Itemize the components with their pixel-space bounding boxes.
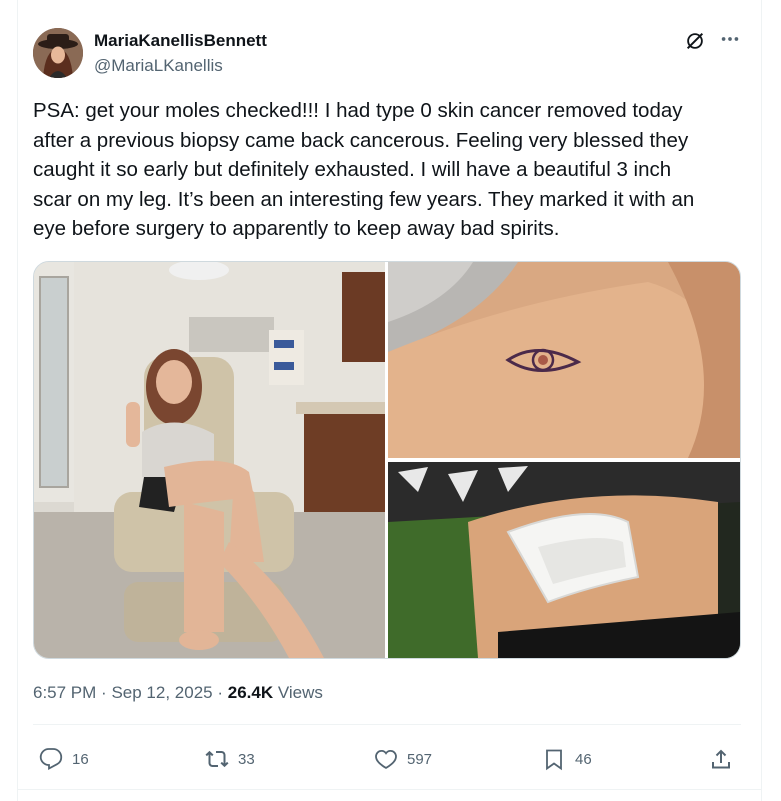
share-button[interactable] xyxy=(709,740,733,778)
bookmark-count: 46 xyxy=(575,750,592,768)
reply-icon xyxy=(39,748,63,771)
media-photo-bandage[interactable] xyxy=(388,462,740,658)
media-photo-exam-room[interactable] xyxy=(34,262,385,658)
bookmark-button[interactable]: 46 xyxy=(542,740,592,778)
tweet-text-line: after a previous biopsy came back cancer… xyxy=(33,128,689,152)
more-icon[interactable] xyxy=(719,28,741,50)
author-display-name[interactable]: MariaKanellisBennett xyxy=(94,31,267,51)
like-button[interactable]: 597 xyxy=(374,740,432,778)
repost-button[interactable]: 33 xyxy=(205,740,255,778)
tweet-text-line: caught it so early but definitely exhaus… xyxy=(33,158,672,181)
tweet-text: PSA: get your moles checked!!! I had typ… xyxy=(33,96,748,244)
tweet-text-line: eye before surgery to apparently to keep… xyxy=(33,217,560,240)
action-bar: 16 33 597 46 xyxy=(33,740,741,778)
avatar[interactable] xyxy=(33,28,83,78)
tweet-text-line: scar on my leg. It’s been an interesting… xyxy=(33,187,695,211)
tweet-text-line: PSA: get your moles checked!!! I had typ… xyxy=(33,99,683,122)
media-grid xyxy=(33,261,741,659)
like-count: 597 xyxy=(407,750,433,768)
tweet-time[interactable]: 6:57 PM xyxy=(33,683,96,702)
views-count[interactable]: 26.4K xyxy=(228,683,273,702)
grok-icon[interactable] xyxy=(684,30,706,52)
heart-icon xyxy=(375,749,397,769)
tweet-meta: 6:57 PM · Sep 12, 2025 · 26.4K Views xyxy=(33,683,323,703)
tweet-date[interactable]: Sep 12, 2025 xyxy=(111,683,212,702)
meta-separator: · xyxy=(217,683,224,702)
bookmark-icon xyxy=(546,749,562,771)
views-label: Views xyxy=(277,683,323,702)
author-handle[interactable]: @MariaLKanellis xyxy=(94,56,223,76)
media-photo-eye-marking[interactable] xyxy=(388,262,740,458)
reply-count: 16 xyxy=(72,750,89,768)
share-icon xyxy=(712,749,730,769)
bottom-divider xyxy=(17,789,762,790)
divider xyxy=(33,724,741,725)
repost-icon xyxy=(205,750,229,768)
meta-separator: · xyxy=(101,683,107,702)
reply-button[interactable]: 16 xyxy=(39,740,89,778)
repost-count: 33 xyxy=(238,750,255,768)
